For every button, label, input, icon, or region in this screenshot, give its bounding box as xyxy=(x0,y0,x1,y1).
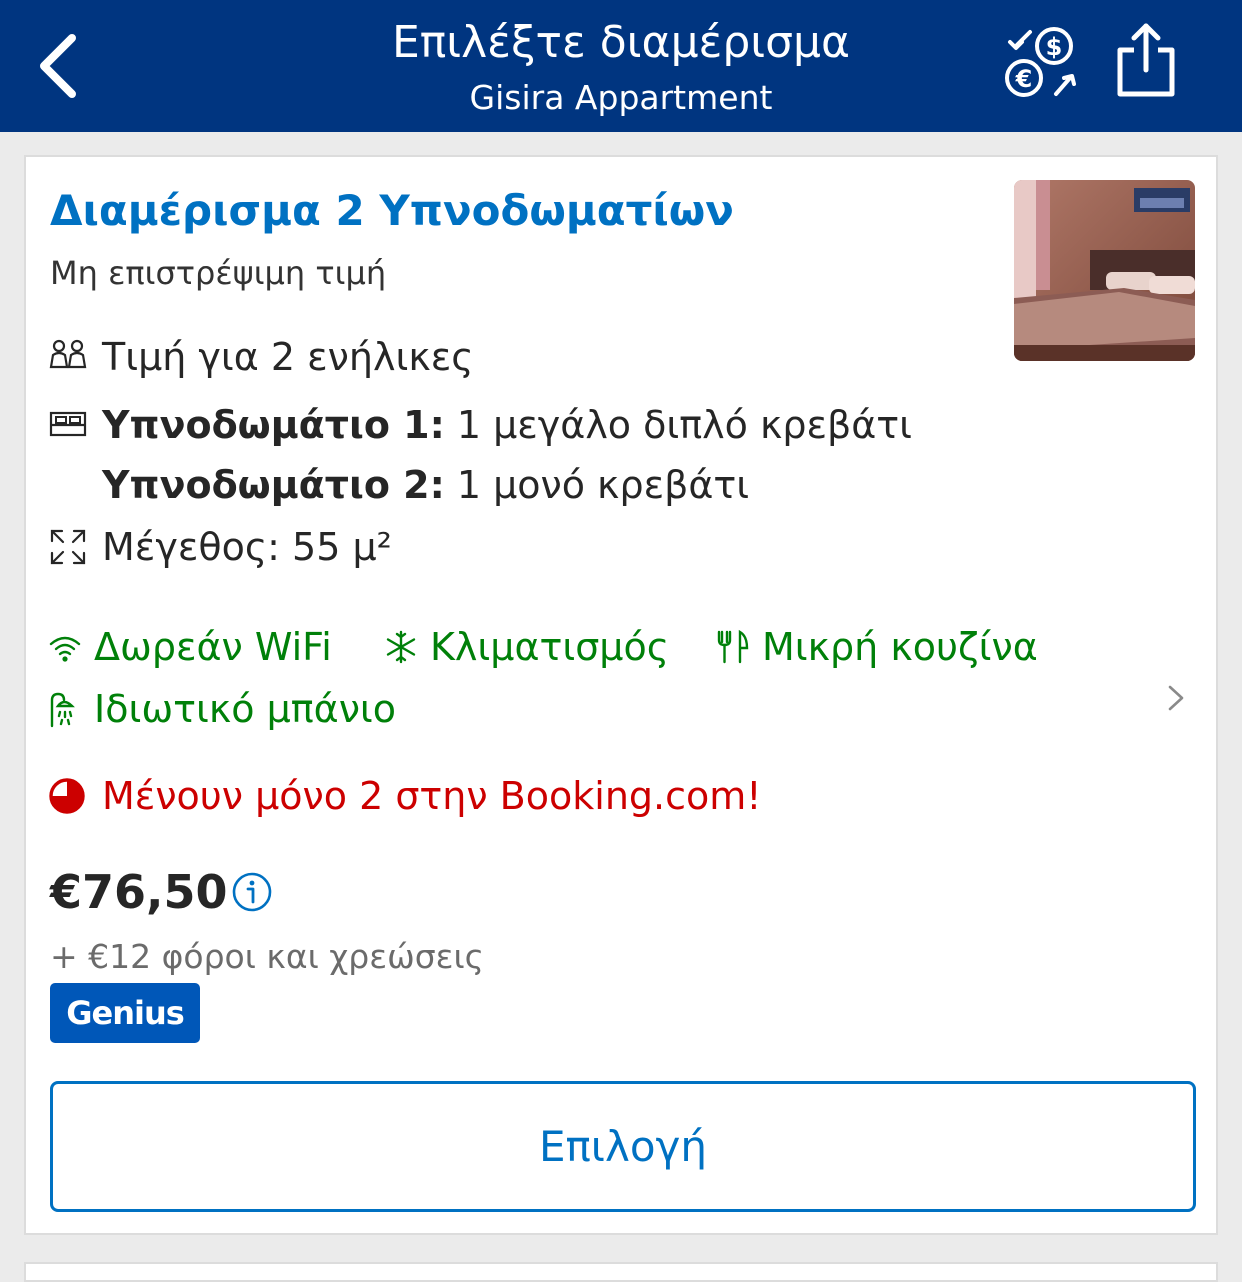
bed-icon xyxy=(49,411,87,437)
resize-icon xyxy=(50,529,86,565)
amenity-ac: Κλιματισμός xyxy=(384,625,669,669)
select-room-button[interactable]: Επιλογή xyxy=(50,1081,1196,1212)
snowflake-icon xyxy=(386,630,416,664)
occupancy-text: Τιμή για 2 ενήλικες xyxy=(102,335,474,379)
amenities-more-button[interactable] xyxy=(1164,681,1188,715)
amenity-bathroom-label: Ιδιωτικό μπάνιο xyxy=(94,687,397,731)
occupancy-row: Τιμή για 2 ενήλικες xyxy=(48,335,474,379)
chevron-right-icon xyxy=(1168,685,1184,711)
bedroom-2-label: Υπνοδωμάτιο 2: xyxy=(102,463,445,507)
genius-badge: Genius xyxy=(50,983,200,1043)
info-icon xyxy=(232,872,272,912)
amenity-kitchen-label: Μικρή κουζίνα xyxy=(762,625,1038,669)
bedroom-row-2: Υπνοδωμάτιο 2: 1 μονό κρεβάτι xyxy=(102,463,749,507)
svg-text:$: $ xyxy=(1046,33,1063,61)
clock-pie-icon xyxy=(49,778,85,814)
price-info-button[interactable] xyxy=(231,871,273,913)
amenity-wifi-label: Δωρεάν WiFi xyxy=(94,625,332,669)
top-nav-bar: Επιλέξτε διαμέρισμα Gisira Appartment $ … xyxy=(0,0,1242,132)
svg-text:€: € xyxy=(1015,65,1033,93)
bedroom-1-label: Υπνοδωμάτιο 1: xyxy=(102,403,445,447)
fork-knife-icon xyxy=(717,629,749,664)
shower-icon xyxy=(50,692,75,728)
currency-switch-button[interactable]: $ € xyxy=(1000,22,1084,106)
room-photo[interactable] xyxy=(1014,180,1195,361)
bedroom-2-beds: 1 μονό κρεβάτι xyxy=(456,463,750,507)
wifi-icon xyxy=(49,636,81,662)
occupancy-icon xyxy=(49,339,87,369)
room-card: Διαμέρισμα 2 Υπνοδωματίων Μη επιστρέψιμη… xyxy=(24,155,1218,1235)
scarcity-message: Μένουν μόνο 2 στην Booking.com! xyxy=(48,774,762,818)
bedroom-1-beds: 1 μεγάλο διπλό κρεβάτι xyxy=(456,403,913,447)
currency-exchange-icon: $ € xyxy=(1005,27,1076,97)
share-icon xyxy=(1117,23,1175,97)
amenity-bathroom: Ιδιωτικό μπάνιο xyxy=(48,687,396,731)
room-size: Μέγεθος: 55 μ² xyxy=(102,525,392,569)
amenity-ac-label: Κλιματισμός xyxy=(430,625,670,669)
room-price: €76,50 xyxy=(50,865,228,919)
amenity-kitchen: Μικρή κουζίνα xyxy=(716,625,1038,669)
share-button[interactable] xyxy=(1110,20,1182,104)
amenity-wifi: Δωρεάν WiFi xyxy=(48,625,332,669)
size-row: Μέγεθος: 55 μ² xyxy=(48,525,392,569)
scarcity-text: Μένουν μόνο 2 στην Booking.com! xyxy=(102,774,762,818)
room-photo-image xyxy=(1014,180,1195,361)
bedroom-row-1: Υπνοδωμάτιο 1: 1 μεγάλο διπλό κρεβάτι xyxy=(48,403,912,447)
taxes-and-charges: + €12 φόροι και χρεώσεις xyxy=(50,937,484,976)
next-room-card xyxy=(24,1262,1218,1282)
cancellation-policy: Μη επιστρέψιμη τιμή xyxy=(50,254,387,292)
room-title[interactable]: Διαμέρισμα 2 Υπνοδωματίων xyxy=(50,185,734,237)
